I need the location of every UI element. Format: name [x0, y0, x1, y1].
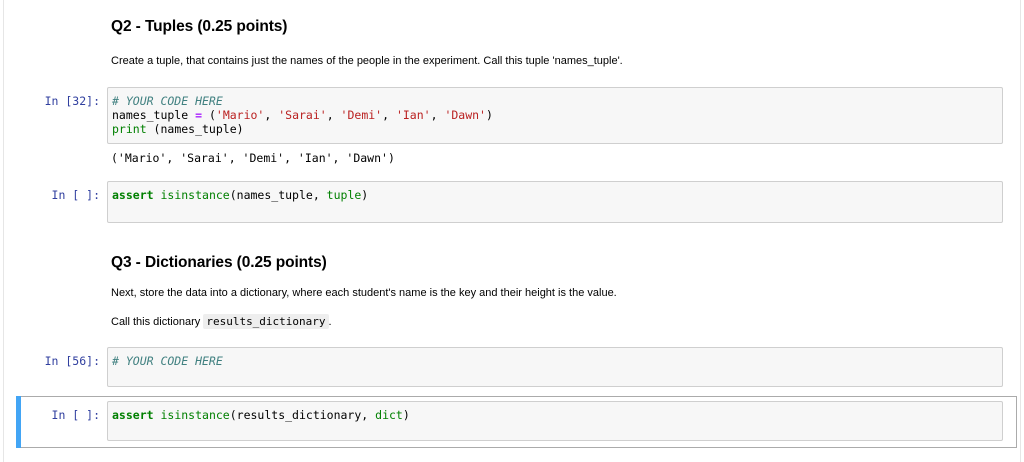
var-names-tuple: names_tuple: [112, 108, 196, 122]
cell-32-output: ('Mario', 'Sarai', 'Demi', 'Ian', 'Dawn'…: [111, 151, 395, 165]
builtin-isinstance: isinstance: [160, 408, 230, 422]
builtin-dict: dict: [375, 408, 403, 422]
cell-32-code[interactable]: # YOUR CODE HERE names_tuple = ('Mario',…: [112, 94, 493, 136]
q3-instructions: Next, store the data into a dictionary, …: [111, 287, 617, 299]
assign-operator: =: [195, 108, 203, 122]
cell-assert-1-code[interactable]: assert isinstance(names_tuple, tuple): [112, 188, 368, 202]
cell-56-input[interactable]: # YOUR CODE HERE: [107, 347, 1003, 387]
selected-cell-indicator: [16, 396, 21, 448]
cell-32-prompt: In [32]:: [44, 94, 100, 108]
cell-assert-1-input[interactable]: assert isinstance(names_tuple, tuple): [107, 181, 1003, 223]
string-literal: 'Demi': [340, 108, 383, 122]
cell-32-input[interactable]: # YOUR CODE HERE names_tuple = ('Mario',…: [107, 87, 1003, 144]
cell-assert-2-code[interactable]: assert isinstance(results_dictionary, di…: [112, 408, 410, 422]
cell-assert-1-prompt: In [ ]:: [51, 188, 100, 202]
code-comment: # YOUR CODE HERE: [112, 94, 223, 108]
string-literal: 'Dawn': [444, 108, 486, 122]
builtin-tuple: tuple: [326, 188, 362, 202]
string-literal: 'Sarai': [278, 108, 327, 122]
q3-call-line: Call this dictionary results_dictionary.: [111, 314, 332, 329]
inline-code: results_dictionary: [203, 314, 329, 329]
keyword-assert: assert: [112, 408, 154, 422]
builtin-isinstance: isinstance: [160, 188, 230, 202]
cell-56-code[interactable]: # YOUR CODE HERE: [112, 354, 223, 368]
builtin-print: print: [112, 122, 147, 136]
string-literal: 'Mario': [215, 108, 265, 122]
q2-instructions: Create a tuple, that contains just the n…: [111, 55, 623, 67]
keyword-assert: assert: [112, 188, 154, 202]
cell-56-prompt: In [56]:: [44, 354, 100, 368]
string-literal: 'Ian': [395, 108, 431, 122]
code-comment: # YOUR CODE HERE: [112, 354, 223, 368]
q3-heading: Q3 - Dictionaries (0.25 points): [111, 254, 327, 271]
q2-heading: Q2 - Tuples (0.25 points): [111, 18, 288, 35]
cell-assert-2-input[interactable]: assert isinstance(results_dictionary, di…: [107, 401, 1003, 441]
notebook-frame: [3, 0, 1021, 462]
cell-assert-2-prompt: In [ ]:: [51, 408, 100, 422]
